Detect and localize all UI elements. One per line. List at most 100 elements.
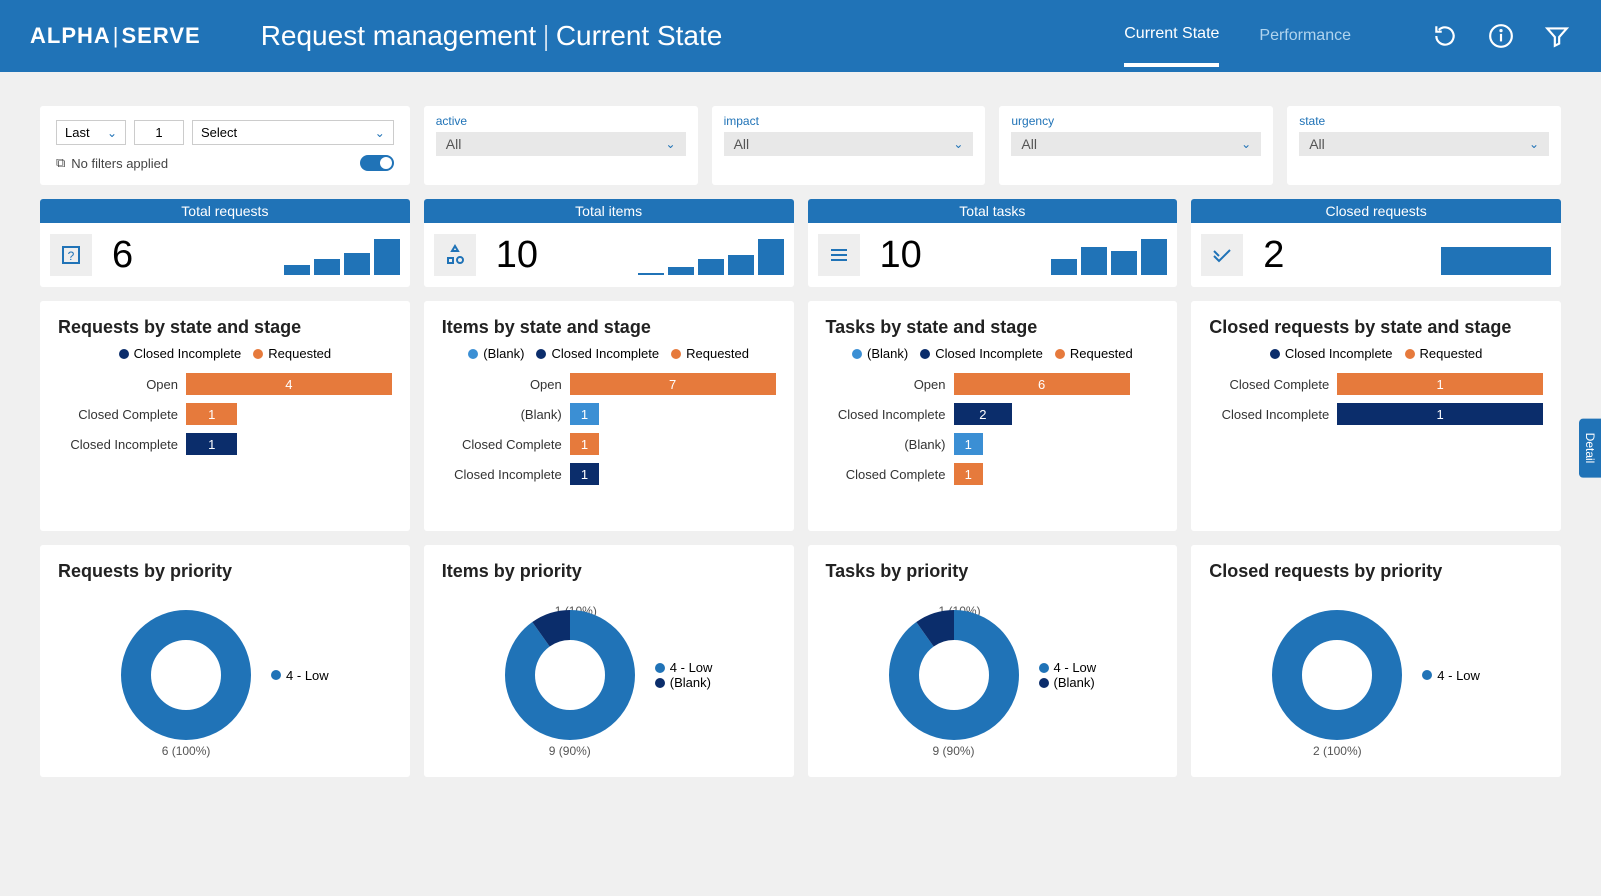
kpi-total-items: Total items 10	[424, 199, 794, 287]
page-title: Request management | Current State	[261, 20, 723, 53]
select-last[interactable]: Last⌄	[56, 120, 126, 145]
slicer-impact: impact All⌄	[712, 106, 986, 185]
bar-row[interactable]: Closed Incomplete 1	[1209, 403, 1543, 425]
donut-legend: 4 - Low	[1422, 668, 1480, 683]
slicer-active: active All⌄	[424, 106, 698, 185]
donut-bottom-label: 2 (100%)	[1272, 744, 1402, 758]
slicer-label: active	[436, 114, 686, 128]
legend-item: (Blank)	[1039, 675, 1097, 690]
bar-row[interactable]: (Blank) 1	[442, 403, 776, 425]
legend-item: 4 - Low	[1422, 668, 1480, 683]
legend-item: (Blank)	[852, 346, 908, 361]
chart-title: Tasks by state and stage	[826, 317, 1160, 338]
kpi-value: 10	[496, 234, 538, 277]
bar-row[interactable]: Closed Complete 1	[1209, 373, 1543, 395]
donut-chart[interactable]: 6 (100%)	[121, 610, 251, 740]
header: ALPHA|SERVE Request management | Current…	[0, 0, 1601, 72]
bar-row[interactable]: Open 4	[58, 373, 392, 395]
chart-title: Requests by state and stage	[58, 317, 392, 338]
bar-label: Open	[442, 377, 562, 392]
detail-tab[interactable]: Detail	[1579, 419, 1601, 478]
bar-row[interactable]: Open 7	[442, 373, 776, 395]
legend-item: 4 - Low	[271, 668, 329, 683]
dashboard: Last⌄ 1 Select⌄ ⧉ No filters applied acti…	[0, 72, 1601, 811]
kpi-total-requests: Total requests ? 6	[40, 199, 410, 287]
kpi-icon: ?	[50, 234, 92, 276]
legend-item: Closed Incomplete	[536, 346, 659, 361]
legend-item: Requested	[253, 346, 331, 361]
no-filters-text: No filters applied	[71, 156, 168, 171]
tab-current-state[interactable]: Current State	[1124, 25, 1219, 67]
svg-text:?: ?	[68, 249, 75, 263]
bar-row[interactable]: Closed Incomplete 1	[442, 463, 776, 485]
donut-requests-by-priority: Requests by priority 6 (100%) 4 - Low	[40, 545, 410, 777]
legend-item: 4 - Low	[655, 660, 713, 675]
tab-performance[interactable]: Performance	[1259, 27, 1351, 65]
bar-row[interactable]: Closed Incomplete 2	[826, 403, 1160, 425]
slicer-dropdown-active[interactable]: All⌄	[436, 132, 686, 156]
kpi-value: 10	[880, 234, 922, 277]
chart-tasks-by-state-and-stage: Tasks by state and stage (Blank) Closed I…	[808, 301, 1178, 531]
donut-chart[interactable]: 2 (100%)	[1272, 610, 1402, 740]
logo-right: SERVE	[122, 23, 201, 48]
donut-chart[interactable]: 1 (10%) 9 (90%)	[505, 610, 635, 740]
bar-label: Closed Incomplete	[58, 437, 178, 452]
logo-left: ALPHA	[30, 23, 111, 48]
donut-bottom-label: 9 (90%)	[889, 744, 1019, 758]
chart-title: Items by priority	[442, 561, 776, 582]
kpi-title: Total tasks	[808, 199, 1178, 223]
donut-chart[interactable]: 1 (10%) 9 (90%)	[889, 610, 1019, 740]
bar-label: Closed Complete	[826, 467, 946, 482]
bar-row[interactable]: Closed Incomplete 1	[58, 433, 392, 455]
bar-label: Closed Complete	[442, 437, 562, 452]
bar-row[interactable]: Open 6	[826, 373, 1160, 395]
donut-legend: 4 - Low(Blank)	[1039, 660, 1097, 690]
bar-row[interactable]: Closed Complete 1	[442, 433, 776, 455]
filter-toggle[interactable]	[360, 155, 394, 171]
chart-title: Tasks by priority	[826, 561, 1160, 582]
slicer-dropdown-impact[interactable]: All⌄	[724, 132, 974, 156]
kpi-title: Total items	[424, 199, 794, 223]
info-icon[interactable]	[1487, 22, 1515, 50]
slicer-dropdown-state[interactable]: All⌄	[1299, 132, 1549, 156]
chart-title: Closed requests by state and stage	[1209, 317, 1543, 338]
slicer-label: impact	[724, 114, 974, 128]
slicer-dropdown-urgency[interactable]: All⌄	[1011, 132, 1261, 156]
filter-icon[interactable]	[1543, 22, 1571, 50]
select-unit[interactable]: Select⌄	[192, 120, 394, 145]
donut-closed-requests-by-priority: Closed requests by priority 2 (100%) 4 -…	[1191, 545, 1561, 777]
chart-requests-by-state-and-stage: Requests by state and stage Closed Incom…	[40, 301, 410, 531]
donut-tasks-by-priority: Tasks by priority 1 (10%) 9 (90%) 4 - Lo…	[808, 545, 1178, 777]
legend-item: (Blank)	[655, 675, 713, 690]
chart-title: Requests by priority	[58, 561, 392, 582]
legend-item: Requested	[1055, 346, 1133, 361]
kpi-value: 6	[112, 234, 133, 277]
kpi-title: Total requests	[40, 199, 410, 223]
bar-row[interactable]: (Blank) 1	[826, 433, 1160, 455]
legend-item: (Blank)	[468, 346, 524, 361]
slicer-label: state	[1299, 114, 1549, 128]
slicer-urgency: urgency All⌄	[999, 106, 1273, 185]
kpi-icon	[1201, 234, 1243, 276]
bar-label: Closed Complete	[1209, 377, 1329, 392]
bar-label: Closed Incomplete	[442, 467, 562, 482]
kpi-total-tasks: Total tasks 10	[808, 199, 1178, 287]
bar-row[interactable]: Closed Complete 1	[826, 463, 1160, 485]
donut-legend: 4 - Low	[271, 668, 329, 683]
kpi-icon	[818, 234, 860, 276]
slicer-state: state All⌄	[1287, 106, 1561, 185]
refresh-icon[interactable]	[1431, 22, 1459, 50]
bar-label: Closed Complete	[58, 407, 178, 422]
kpi-title: Closed requests	[1191, 199, 1561, 223]
kpi-icon	[434, 234, 476, 276]
input-num[interactable]: 1	[134, 120, 184, 145]
kpi-value: 2	[1263, 234, 1284, 277]
bar-label: Open	[58, 377, 178, 392]
filter-small-icon: ⧉	[56, 155, 65, 171]
bar-row[interactable]: Closed Complete 1	[58, 403, 392, 425]
legend-item: Closed Incomplete	[1270, 346, 1393, 361]
legend-item: Requested	[671, 346, 749, 361]
legend-item: Closed Incomplete	[920, 346, 1043, 361]
donut-legend: 4 - Low(Blank)	[655, 660, 713, 690]
filter-card: Last⌄ 1 Select⌄ ⧉ No filters applied	[40, 106, 410, 185]
